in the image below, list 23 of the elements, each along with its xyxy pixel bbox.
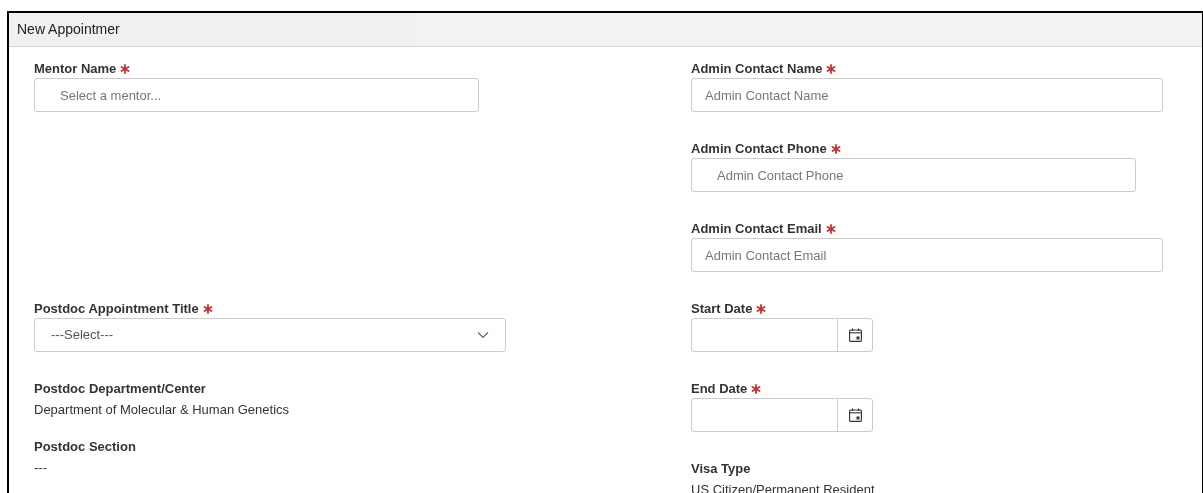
field-label: Visa Type xyxy=(691,461,751,477)
field-label: Postdoc Section xyxy=(34,439,136,455)
date-field[interactable] xyxy=(691,318,873,352)
date-field[interactable] xyxy=(691,398,873,432)
field-value: Department of Molecular & Human Genetics xyxy=(34,402,290,418)
field-label: Start Date xyxy=(691,301,753,317)
field-label: Admin Contact Name xyxy=(691,61,823,77)
lookup-field[interactable]: Select a mentor... xyxy=(34,78,479,112)
chevron-down-icon xyxy=(477,331,489,339)
panel-title: New Appointmer xyxy=(17,20,120,39)
select-field[interactable]: ---Select--- xyxy=(34,318,506,352)
phone-field[interactable]: Admin Contact Phone xyxy=(691,158,1136,192)
field-label: Admin Contact Email xyxy=(691,221,822,237)
field-label: End Date xyxy=(691,381,748,397)
text-field[interactable]: Admin Contact Email xyxy=(691,238,1163,272)
calendar-icon xyxy=(848,328,862,342)
text-field[interactable]: Admin Contact Name xyxy=(691,78,1163,112)
field-value: --- xyxy=(34,460,47,476)
field-label: Admin Contact Phone xyxy=(691,141,827,157)
calendar-icon xyxy=(848,408,862,422)
field-label: Postdoc Appointment Title xyxy=(34,301,199,317)
field-label: Postdoc Department/Center xyxy=(34,381,206,397)
field-label: Mentor Name xyxy=(34,61,117,77)
